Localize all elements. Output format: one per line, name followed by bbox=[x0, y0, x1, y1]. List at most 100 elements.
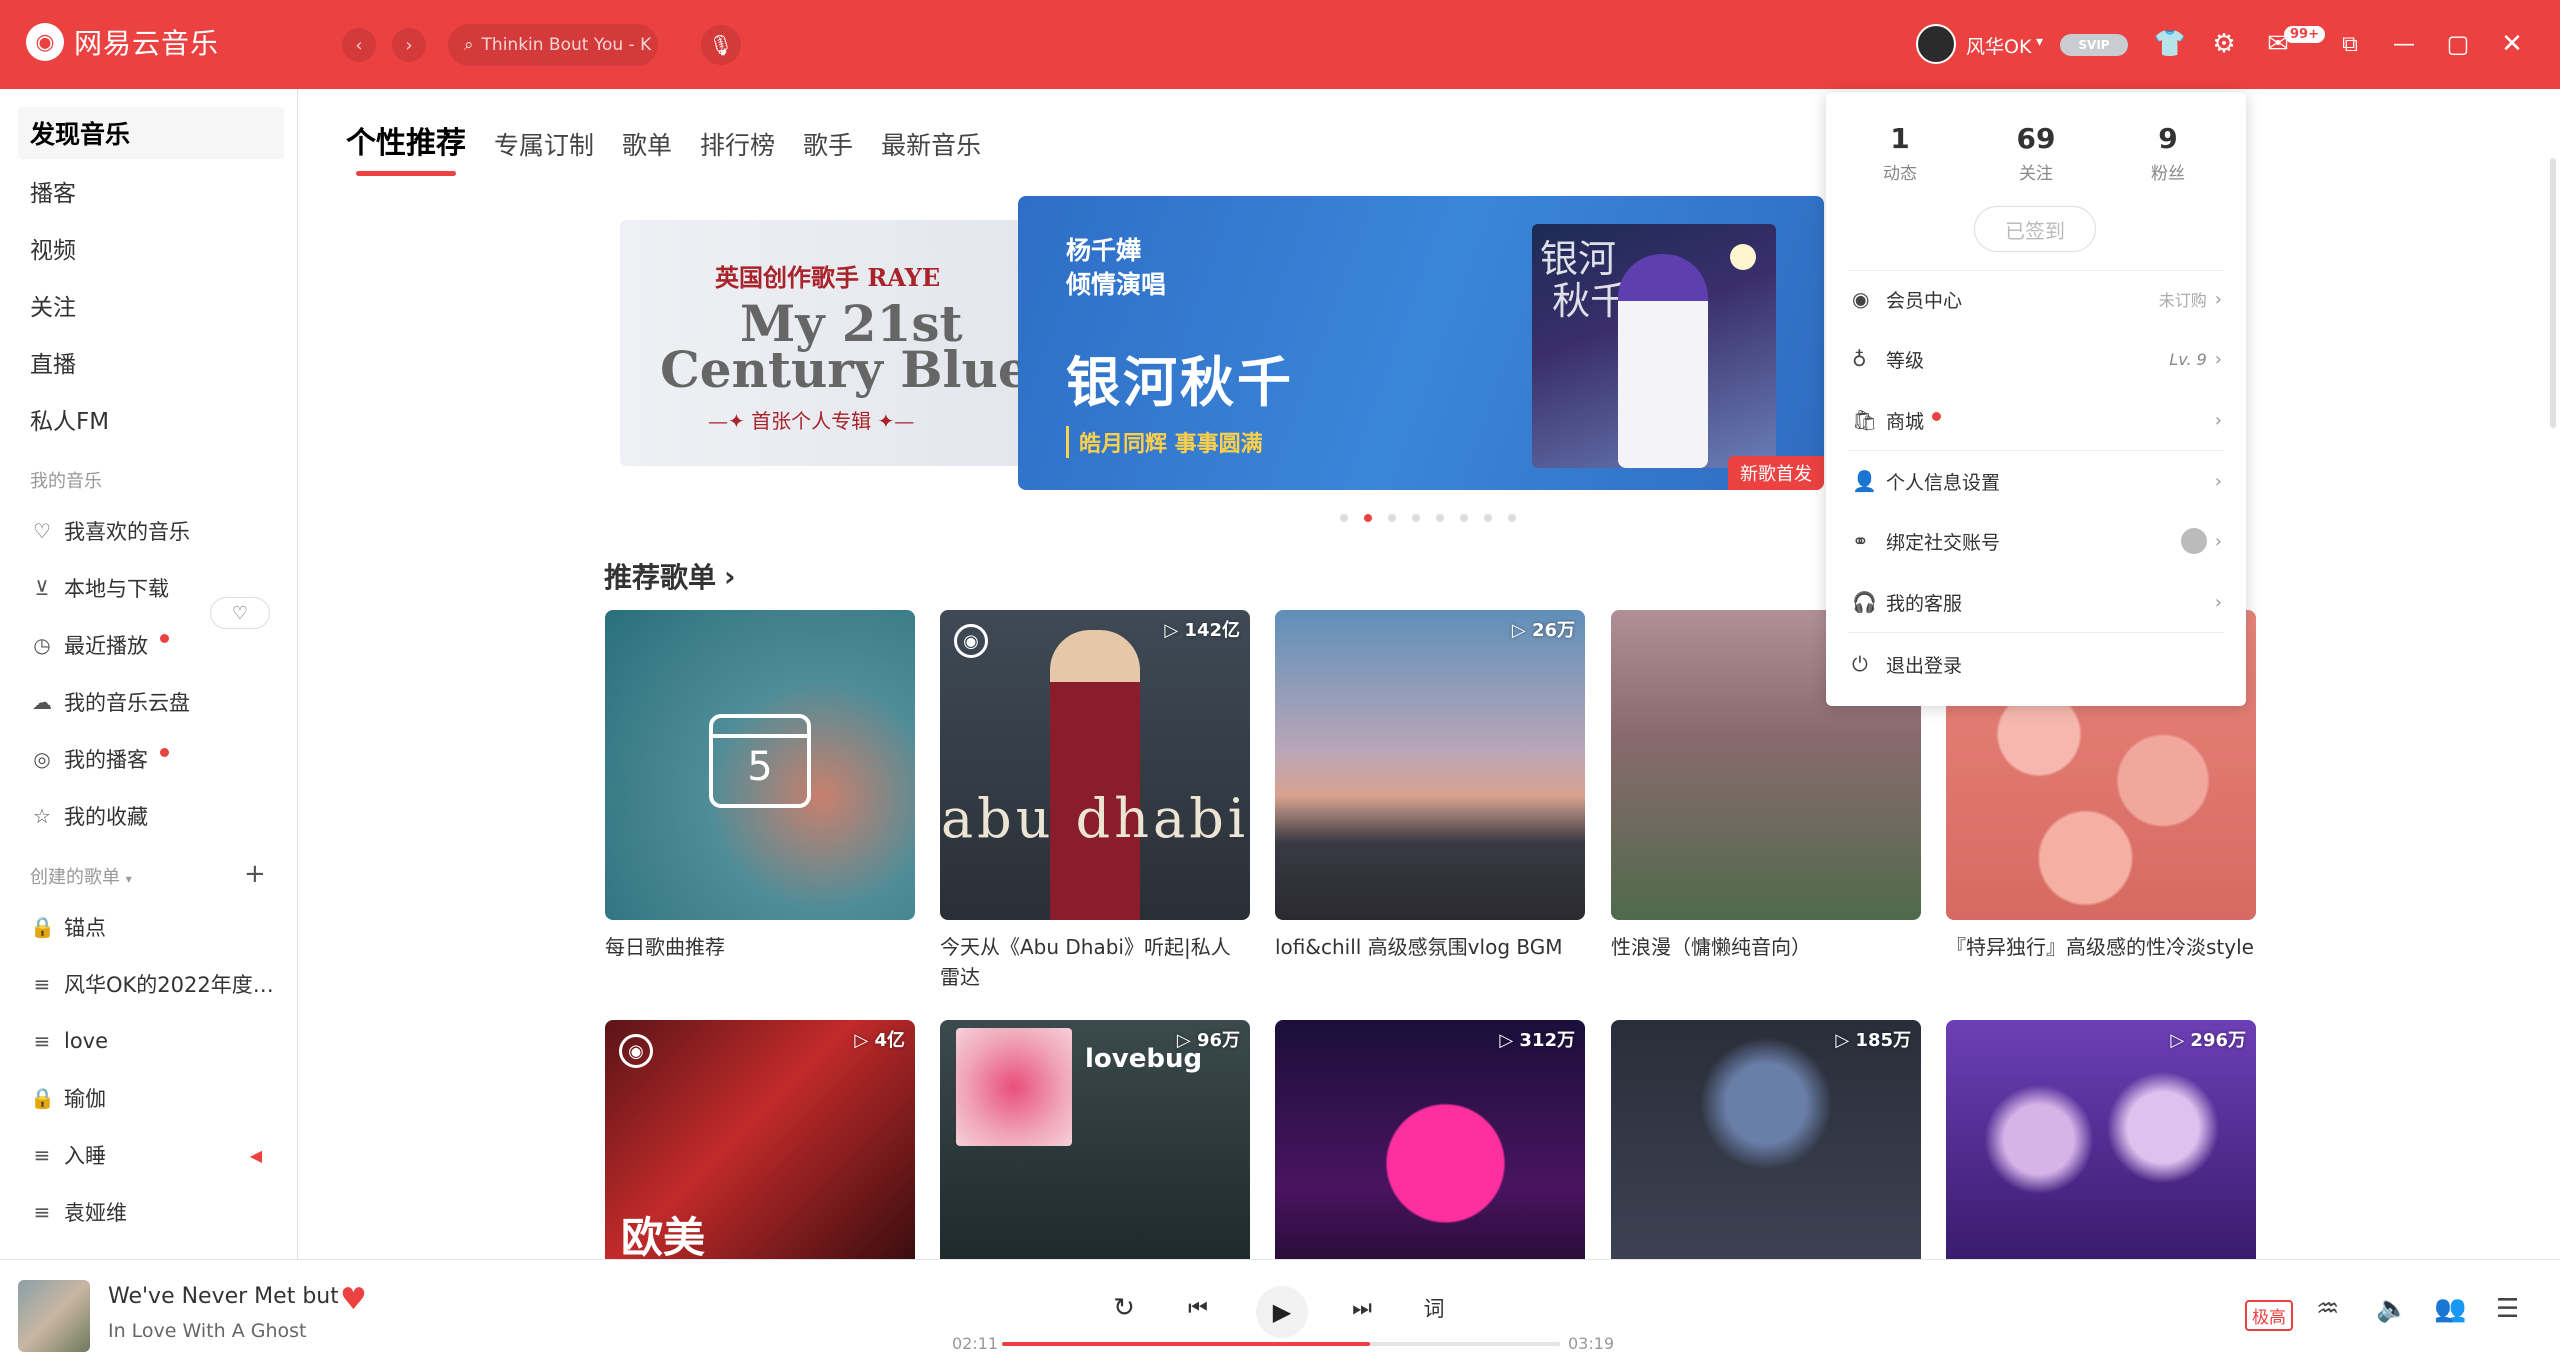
menu-item-vip-center[interactable]: ◉ 会员中心 未订购 › bbox=[1852, 279, 2222, 319]
playlist-item[interactable]: ≡ love bbox=[30, 1021, 280, 1061]
playlist-item[interactable]: ≡ 入睡 ◀ bbox=[30, 1135, 280, 1175]
sound-effect-button[interactable]: ♒ bbox=[2316, 1294, 2339, 1324]
playlist-item[interactable]: 🔒 锚点 bbox=[30, 907, 280, 947]
banner-dot[interactable] bbox=[1412, 514, 1420, 522]
playlist-card[interactable]: ◉ ▷ 4亿 欧美 bbox=[605, 1020, 915, 1259]
play-count: ▷ 185万 bbox=[1835, 1030, 1911, 1051]
mini-mode-button[interactable]: ⧉ bbox=[2332, 26, 2368, 62]
playlist-card[interactable]: abu dhabi ◉ ▷ 142亿 今天从《Abu Dhabi》听起|私人雷达 bbox=[940, 610, 1250, 992]
caret-down-icon[interactable]: ▾ bbox=[2036, 34, 2043, 50]
loop-mode-button[interactable]: ↻ bbox=[1102, 1286, 1146, 1330]
banner-dot[interactable] bbox=[1460, 514, 1468, 522]
sidebar-item-cloud[interactable]: ☁ 我的音乐云盘 bbox=[30, 682, 280, 722]
created-playlists-title[interactable]: 创建的歌单 ▾ bbox=[30, 863, 132, 889]
sidebar-item-live[interactable]: 直播 bbox=[18, 336, 284, 388]
shopping-bag-icon: 🛍 bbox=[1852, 408, 1878, 432]
tab-recommend[interactable]: 个性推荐 bbox=[346, 118, 466, 176]
stat-followers[interactable]: 9 粉丝 bbox=[2118, 122, 2218, 184]
recommended-playlists-title[interactable]: 推荐歌单 › bbox=[604, 556, 736, 596]
tab-charts[interactable]: 排行榜 bbox=[700, 126, 775, 172]
playlist-card[interactable]: ▷ 296万 bbox=[1946, 1020, 2256, 1259]
sidebar-item-collection[interactable]: ☆ 我的收藏 bbox=[30, 796, 280, 836]
add-playlist-button[interactable]: + bbox=[244, 859, 266, 889]
playlist-item[interactable]: ≡ 袁娅维 bbox=[30, 1192, 280, 1232]
settings-button[interactable]: ⚙ bbox=[2206, 26, 2242, 62]
playlist-item[interactable]: 🔒 瑜伽 bbox=[30, 1078, 280, 1118]
sidebar-item-video[interactable]: 视频 bbox=[18, 222, 284, 274]
vip-badge[interactable]: SVIP bbox=[2060, 34, 2128, 56]
playlist-title[interactable]: 『特异独行』高级感的性冷淡style bbox=[1946, 932, 2256, 962]
menu-item-customer-service[interactable]: 🎧 我的客服 › bbox=[1852, 582, 2222, 622]
like-heart-icon[interactable]: ♥ bbox=[340, 1282, 367, 1317]
repeat-icon: ↻ bbox=[1113, 1293, 1135, 1323]
listen-together-button[interactable]: 👥 bbox=[2434, 1294, 2466, 1324]
sidebar-item-discover[interactable]: 发现音乐 bbox=[18, 107, 284, 159]
playlist-title[interactable]: 今天从《Abu Dhabi》听起|私人雷达 bbox=[940, 932, 1250, 992]
menu-item-level[interactable]: ♁ 等级 Lv. 9 › bbox=[1852, 339, 2222, 379]
album-art bbox=[956, 1028, 1072, 1146]
menu-item-logout[interactable]: ⏻ 退出登录 bbox=[1852, 644, 2222, 684]
now-playing-title[interactable]: We've Never Met but C bbox=[108, 1284, 338, 1309]
banner-dot[interactable] bbox=[1340, 514, 1348, 522]
play-button[interactable]: ▶ bbox=[1256, 1286, 1308, 1338]
playlist-title[interactable]: lofi&chill 高级感氛围vlog BGM bbox=[1275, 932, 1585, 962]
tab-exclusive[interactable]: 专属订制 bbox=[494, 126, 594, 172]
sidebar-item-local[interactable]: ⊻ 本地与下载 bbox=[30, 568, 280, 608]
avatar[interactable] bbox=[1916, 24, 1956, 64]
playlist-icon: ≡ bbox=[33, 1143, 51, 1167]
minimize-icon: — bbox=[2393, 31, 2415, 57]
stat-following[interactable]: 69 关注 bbox=[1986, 122, 2086, 184]
playlist-icon: ≡ bbox=[33, 1200, 51, 1224]
banner-singer-name: 杨千嬅 bbox=[1066, 236, 1142, 265]
tab-playlists[interactable]: 歌单 bbox=[622, 126, 672, 172]
playlist-card[interactable]: lovebug ▷ 96万 bbox=[940, 1020, 1250, 1259]
skin-button[interactable]: 👕 bbox=[2152, 26, 2188, 62]
playlist-item[interactable]: ≡ 风华OK的2022年度… bbox=[30, 964, 280, 1004]
banner-dot-active[interactable] bbox=[1364, 514, 1372, 522]
quality-button[interactable]: 极高 bbox=[2245, 1300, 2293, 1331]
banner-dot[interactable] bbox=[1436, 514, 1444, 522]
sidebar-item-podcast[interactable]: 播客 bbox=[18, 165, 284, 217]
close-button[interactable]: ✕ bbox=[2494, 26, 2530, 62]
menu-item-bind-social[interactable]: ⚭ 绑定社交账号 › bbox=[1852, 521, 2222, 561]
menu-item-profile-settings[interactable]: 👤 个人信息设置 › bbox=[1852, 461, 2222, 501]
minimize-button[interactable]: — bbox=[2386, 26, 2422, 62]
previous-button[interactable]: ⏮ bbox=[1176, 1286, 1220, 1330]
search-input[interactable]: ⌕ Thinkin Bout You - K bbox=[448, 24, 658, 66]
sidebar-item-fm[interactable]: 私人FM bbox=[18, 393, 284, 445]
playlist-card[interactable]: ▷ 185万 bbox=[1611, 1020, 1921, 1259]
banner-main[interactable]: 杨千嬅 倾情演唱 银河秋千 皓月同辉 事事圆满 银河 秋千 新歌首发 bbox=[1018, 196, 1824, 490]
menu-item-store[interactable]: 🛍 商城 › bbox=[1852, 400, 2222, 440]
stat-activity[interactable]: 1 动态 bbox=[1850, 122, 1950, 184]
playlist-title[interactable]: 每日歌曲推荐 bbox=[605, 932, 915, 962]
playlist-queue-button[interactable]: ☰ bbox=[2496, 1294, 2519, 1324]
maximize-button[interactable]: ▢ bbox=[2440, 26, 2476, 62]
forward-button[interactable]: › bbox=[392, 28, 426, 62]
main-scrollbar[interactable] bbox=[2550, 158, 2556, 428]
now-playing-cover[interactable] bbox=[18, 1280, 90, 1352]
back-button[interactable]: ‹ bbox=[342, 28, 376, 62]
tab-new-music[interactable]: 最新音乐 bbox=[881, 126, 981, 172]
banner-dot[interactable] bbox=[1484, 514, 1492, 522]
signed-in-button[interactable]: 已签到 bbox=[1974, 206, 2096, 252]
voice-search-button[interactable]: 🎙 bbox=[701, 25, 741, 65]
playlist-card[interactable]: ▷ 312万 bbox=[1275, 1020, 1585, 1259]
progress-bar[interactable] bbox=[1002, 1342, 1560, 1346]
sidebar-item-recent[interactable]: ◷ 最近播放 bbox=[30, 625, 280, 665]
banner-dot[interactable] bbox=[1508, 514, 1516, 522]
banner-dot[interactable] bbox=[1388, 514, 1396, 522]
playlist-card[interactable]: ▷ 26万 lofi&chill 高级感氛围vlog BGM bbox=[1275, 610, 1585, 962]
username[interactable]: 风华OK bbox=[1966, 32, 2031, 59]
lyrics-button[interactable]: 词 bbox=[1412, 1286, 1456, 1330]
sidebar-item-follow[interactable]: 关注 bbox=[18, 279, 284, 331]
sidebar-item-my-podcast[interactable]: ◎ 我的播客 bbox=[30, 739, 280, 779]
playlist-card[interactable]: 5 每日歌曲推荐 bbox=[605, 610, 915, 962]
next-button[interactable]: ⏭ bbox=[1340, 1286, 1384, 1330]
tab-artists[interactable]: 歌手 bbox=[803, 126, 853, 172]
playlist-title[interactable]: 性浪漫（慵懒纯音向） bbox=[1611, 932, 1921, 962]
app-logo[interactable]: ◉ 网易云音乐 bbox=[26, 22, 219, 62]
volume-button[interactable]: 🔈 bbox=[2376, 1294, 2408, 1324]
banner-side-left[interactable]: 英国创作歌手 RAYE My 21st Century Blues —✦ 首张个… bbox=[620, 220, 1040, 466]
now-playing-artist[interactable]: In Love With A Ghost bbox=[108, 1320, 307, 1342]
sidebar-item-liked[interactable]: ♡ 我喜欢的音乐 bbox=[30, 511, 280, 551]
